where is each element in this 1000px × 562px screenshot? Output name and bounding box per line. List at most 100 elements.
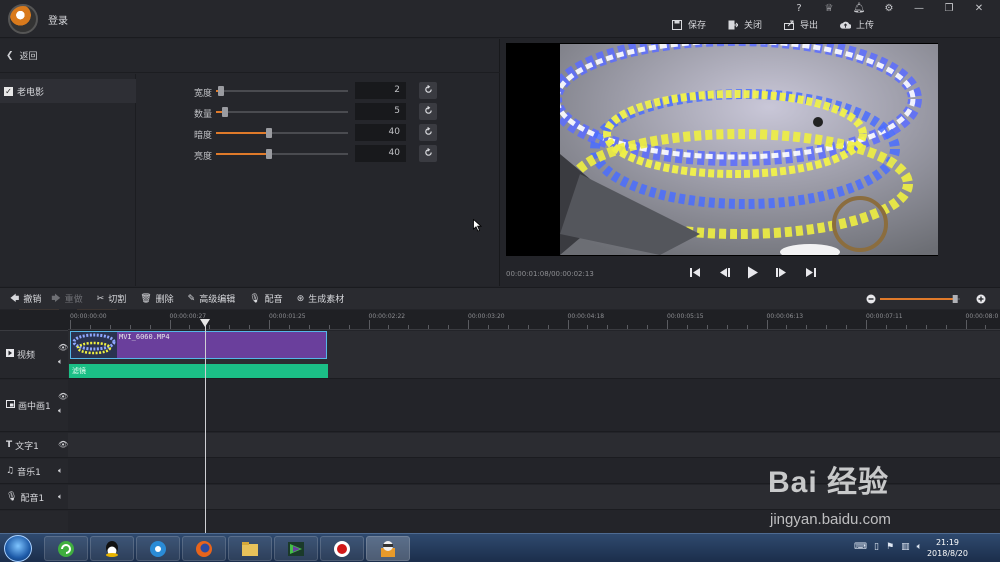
count-reset-button[interactable] [419,103,437,120]
speaker-icon[interactable]: 🔈︎ [58,357,63,367]
split-button[interactable]: ✂ 切割 [97,292,127,306]
previous-frame-icon[interactable] [714,264,733,281]
generate-material-button[interactable]: ⊛ 生成素材 [297,292,345,306]
width-reset-button[interactable] [419,82,437,99]
ruler-minor-tick [249,325,251,329]
play-icon[interactable] [743,264,762,281]
darkness-reset-button[interactable] [419,124,437,141]
keyboard-icon[interactable]: ⌨ [854,542,867,552]
brightness-slider[interactable] [216,149,348,159]
playhead-handle[interactable] [200,319,210,327]
close-icon[interactable]: ✕ [964,2,994,16]
login-link[interactable]: 登录 [48,12,68,27]
gear-icon[interactable]: ⚙ [874,2,904,16]
clip-thumbnail-image [71,332,117,358]
ruler-minor-tick [448,325,450,329]
battery-icon[interactable]: ▯ [874,542,879,552]
slider-thumb[interactable] [265,149,272,159]
taskbar-app-qq-icon[interactable] [90,536,134,561]
speaker-icon[interactable]: 🔈︎ [58,406,63,416]
export-icon [783,19,795,30]
help-icon[interactable]: ? [784,2,814,16]
eye-icon[interactable]: 👁︎ [58,343,68,352]
filter-clip[interactable]: 滤镜 [69,364,328,378]
skip-to-end-icon[interactable] [801,264,820,281]
delete-clip-button[interactable]: 🗑︎ 删除 [140,292,173,306]
back-button[interactable]: ❮ 返回 [0,39,500,73]
upload-button[interactable]: 上传 [840,18,874,31]
slider-thumb[interactable] [218,86,225,96]
advanced-edit-button[interactable]: ✎ 高级编辑 [188,292,236,306]
save-label: 保存 [687,21,706,31]
track-header-video[interactable]: 视频 👁︎ 🔈︎ [0,331,68,379]
speaker-icon[interactable]: 🔈︎ [58,466,63,476]
next-frame-icon[interactable] [772,264,791,281]
taskbar-app-recorder-icon[interactable] [320,536,364,561]
video-clip[interactable]: MVI_6060.MP4 [70,331,327,359]
filter-item-old-film[interactable]: ✓ 老电影 [0,79,136,103]
zoom-slider-thumb[interactable] [952,295,958,303]
volume-icon[interactable]: 🔈︎ [917,542,922,552]
mic-icon: 🎙︎ [249,293,261,304]
ruler-minor-tick [607,325,609,329]
bell-icon[interactable]: 🔔︎ [844,2,874,16]
clock-date: 2018/8/20 [926,549,968,558]
reset-icon [424,126,433,139]
eye-icon[interactable]: 👁︎ [58,392,68,401]
dub-button[interactable]: 🎙︎ 配音 [249,292,282,306]
ruler-corner [0,310,68,331]
ruler-minor-tick [746,325,748,329]
save-icon [672,19,683,30]
restore-icon[interactable]: ❐ [934,2,964,16]
flag-icon[interactable]: ⚑ [886,542,894,552]
vip-icon[interactable]: ♕ [814,2,844,16]
taskbar-app-video-editor-icon[interactable] [366,536,410,561]
video-preview[interactable] [506,43,938,256]
width-slider[interactable] [216,86,348,96]
track-header-voiceover[interactable]: 🎙︎ 配音1 🔈︎ [0,485,68,510]
app-logo-icon[interactable] [8,4,38,34]
brightness-value-field[interactable]: 40 [355,145,406,162]
split-label: 切割 [108,295,127,305]
darkness-value-field[interactable]: 40 [355,124,406,141]
param-row-darkness: 暗度 40 [136,124,500,142]
taskbar-app-media-player-icon[interactable] [136,536,180,561]
param-label: 暗度 [194,131,213,141]
ruler-minor-tick [846,325,848,329]
eye-icon[interactable]: 👁︎ [58,440,68,449]
network-icon[interactable]: ▥ [901,542,910,552]
minimize-icon[interactable]: — [904,2,934,16]
system-tray: ⌨ ▯ ⚑ ▥ 🔈︎ [854,542,922,552]
start-button[interactable] [4,535,32,562]
ruler-tick-mark [667,320,668,329]
slider-thumb[interactable] [222,107,229,117]
brightness-reset-button[interactable] [419,145,437,162]
track-label: 音乐1 [17,467,41,478]
checkbox-checked-icon[interactable]: ✓ [4,86,13,96]
width-value-field[interactable]: 2 [355,82,406,99]
slider-thumb[interactable] [265,128,272,138]
darkness-slider[interactable] [216,128,348,138]
track-header-text[interactable]: T 文字1 👁︎ [0,433,68,458]
export-button[interactable]: 导出 [783,18,818,31]
close-project-button[interactable]: 关闭 [728,18,762,31]
count-slider[interactable] [216,107,348,117]
speaker-icon[interactable]: 🔈︎ [58,492,63,502]
ruler-minor-tick [945,325,947,329]
count-value-field[interactable]: 5 [355,103,406,120]
taskbar-app-firefox-icon[interactable] [182,536,226,561]
taskbar-app-explorer-icon[interactable] [228,536,272,561]
save-button[interactable]: 保存 [672,18,706,31]
track-header-pip[interactable]: 画中画1 👁︎ 🔈︎ [0,380,68,432]
taskbar-app-360-icon[interactable] [44,536,88,561]
taskbar-app-editor-icon[interactable] [274,536,318,561]
skip-to-start-icon[interactable] [685,264,704,281]
track-header-music[interactable]: ♫ 音乐1 🔈︎ [0,459,68,484]
system-clock[interactable]: 21:19 2018/8/20 [927,537,968,559]
slider-fill [216,153,269,155]
redo-button[interactable]: 🡆 重做 [51,291,82,307]
undo-button[interactable]: 🡄 撤销 [10,291,41,307]
track-row-pip[interactable] [68,380,1000,432]
trash-icon: 🗑︎ [140,293,152,304]
filter-item-label: 老电影 [17,87,45,98]
